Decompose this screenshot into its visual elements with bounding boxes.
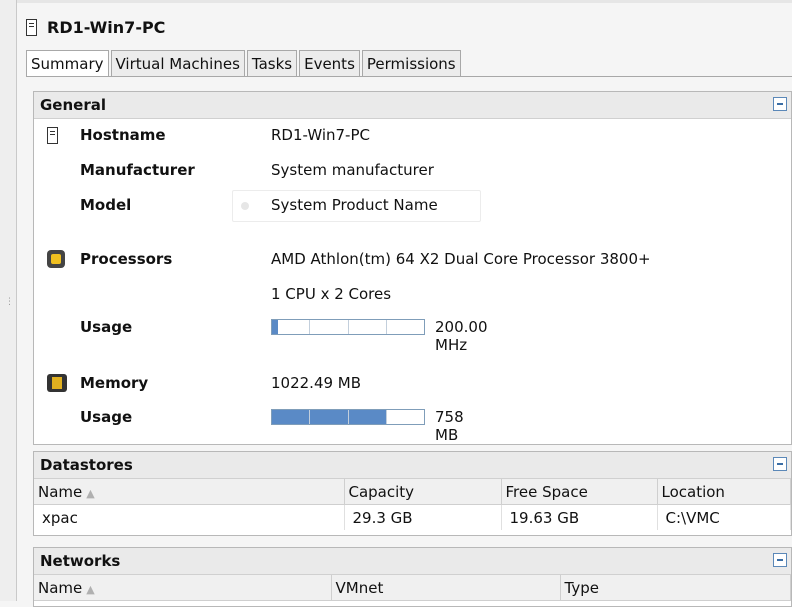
hostname-label: Hostname [80,126,166,144]
datastore-free-space: 19.63 GB [501,504,658,530]
networks-panel: Networks Name ▲ VMnet Type [33,547,792,607]
datastores-panel-header[interactable]: Datastores [34,452,791,479]
column-header-type[interactable]: Type [560,575,791,601]
sort-asc-icon: ▲ [86,486,95,500]
processors-label: Processors [80,250,173,268]
memory-usage-label: Usage [80,408,133,426]
cpu-usage-label: Usage [80,318,133,336]
datastores-panel: Datastores Name ▲ Capacity Free Space Loc… [33,451,792,536]
cpu-cores-value: 1 CPU x 2 Cores [271,285,392,303]
networks-table: Name ▲ VMnet Type [34,575,791,601]
column-header-name[interactable]: Name ▲ [34,479,345,505]
tab-summary[interactable]: Summary [26,50,109,77]
tab-tasks[interactable]: Tasks [246,50,298,77]
column-header-name[interactable]: Name ▲ [34,575,332,601]
cpu-usage-value: 200.00 MHz [435,318,488,354]
tab-permissions[interactable]: Permissions [361,50,461,77]
memory-usage-bar [271,409,425,425]
processor-value: AMD Athlon(tm) 64 X2 Dual Core Processor… [271,250,651,268]
column-header-capacity[interactable]: Capacity [344,479,502,505]
host-header: RD1-Win7-PC [26,18,165,37]
datastore-location: C:\VMC [657,504,791,530]
column-header-free-space[interactable]: Free Space [501,479,658,505]
splitter-grip-icon[interactable]: ⋮ [5,298,14,307]
memory-icon [47,374,67,392]
datastore-capacity: 29.3 GB [344,504,502,530]
tab-bar: Summary Virtual Machines Tasks Events Pe… [26,50,463,77]
memory-total-value: 1022.49 MB [271,374,362,392]
top-divider [0,0,792,3]
cpu-usage-bar [271,319,425,335]
host-icon [26,19,37,36]
column-header-vmnet[interactable]: VMnet [331,575,561,601]
manufacturer-label: Manufacturer [80,161,195,179]
table-row[interactable]: xpac 29.3 GB 19.63 GB C:\VMC [34,504,791,530]
hostname-value: RD1-Win7-PC [271,126,370,144]
sort-asc-icon: ▲ [86,582,95,596]
column-header-location[interactable]: Location [657,479,791,505]
general-panel: General Hostname RD1-Win7-PC Manufacture… [33,91,792,445]
table-header-row: Name ▲ Capacity Free Space Location [34,479,791,505]
general-panel-header[interactable]: General [34,92,791,119]
collapse-icon[interactable] [773,97,787,111]
model-label: Model [80,196,132,214]
datastores-title: Datastores [40,456,133,474]
host-icon [47,127,58,144]
collapse-icon[interactable] [773,553,787,567]
tab-virtual-machines[interactable]: Virtual Machines [110,50,245,77]
memory-label: Memory [80,374,149,392]
model-value: System Product Name [271,196,438,214]
datastores-table: Name ▲ Capacity Free Space Location xpac … [34,479,791,530]
datastore-name: xpac [34,504,345,530]
page-title: RD1-Win7-PC [47,18,166,37]
left-splitter[interactable]: ⋮ [0,0,17,601]
memory-usage-value: 758 MB [435,408,464,444]
networks-title: Networks [40,552,121,570]
tab-events[interactable]: Events [299,50,360,77]
tab-divider [26,76,792,77]
table-header-row: Name ▲ VMnet Type [34,575,791,601]
manufacturer-value: System manufacturer [271,161,434,179]
networks-panel-header[interactable]: Networks [34,548,791,575]
collapse-icon[interactable] [773,457,787,471]
general-title: General [40,96,106,114]
cpu-icon [47,250,65,268]
